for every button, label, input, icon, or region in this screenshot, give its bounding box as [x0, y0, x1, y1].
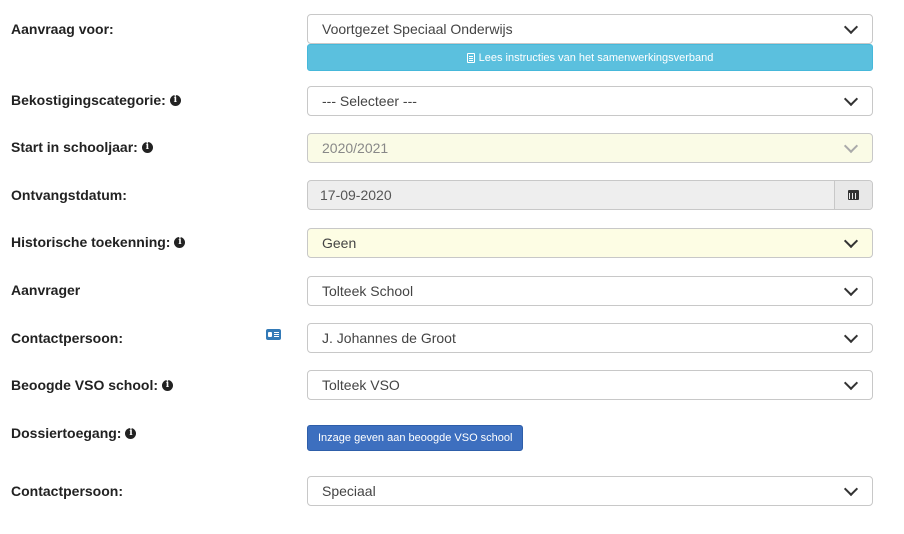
chevron-down-icon — [843, 375, 859, 390]
start-schooljaar-label: Start in schooljaar: i — [11, 139, 153, 155]
instructions-button-label: Lees instructies van het samenwerkingsve… — [478, 51, 714, 64]
beoogde-vso-school-select[interactable]: Tolteek VSO — [307, 370, 873, 400]
chevron-down-icon — [843, 19, 859, 34]
bekostigingscategorie-label: Bekostigingscategorie: i — [11, 92, 181, 108]
info-circle-icon[interactable]: i — [125, 427, 137, 439]
calendar-icon — [848, 190, 859, 200]
contactpersoon-label: Contactpersoon: — [11, 330, 123, 346]
historische-toekenning-value: Geen — [322, 235, 357, 251]
chevron-down-icon — [843, 138, 859, 153]
chevron-down-icon — [843, 281, 859, 296]
inzage-geven-button[interactable]: Inzage geven aan beoogde VSO school — [307, 425, 524, 451]
historische-toekenning-select[interactable]: Geen — [307, 228, 873, 258]
chevron-down-icon — [843, 328, 859, 343]
aanvraag-voor-value: Voortgezet Speciaal Onderwijs — [322, 21, 513, 37]
info-circle-icon[interactable]: i — [141, 141, 153, 153]
beoogde-vso-school-value: Tolteek VSO — [322, 377, 400, 393]
aanvraag-voor-label: Aanvraag voor: — [11, 21, 114, 37]
info-circle-icon[interactable]: i — [162, 379, 174, 391]
start-schooljaar-value: 2020/2021 — [322, 140, 389, 156]
ontvangstdatum-field[interactable]: 17-09-2020 — [307, 180, 873, 210]
aanvrager-select[interactable]: Tolteek School — [307, 276, 873, 306]
aanvrager-label: Aanvrager — [11, 282, 81, 298]
contactpersoon-2-label: Contactpersoon: — [11, 483, 123, 499]
ontvangstdatum-label: Ontvangstdatum: — [11, 187, 127, 203]
chevron-down-icon — [843, 233, 859, 248]
historische-toekenning-label: Historische toekenning: i — [11, 234, 186, 250]
address-card-icon[interactable] — [266, 329, 281, 340]
contactpersoon-2-select[interactable]: Speciaal — [307, 476, 873, 506]
info-circle-icon[interactable]: i — [174, 236, 186, 248]
info-circle-icon[interactable]: i — [169, 94, 181, 106]
chevron-down-icon — [843, 481, 859, 496]
contactpersoon-2-value: Speciaal — [322, 483, 376, 499]
calendar-button[interactable] — [834, 181, 872, 209]
list-alt-icon — [466, 52, 475, 63]
aanvrager-value: Tolteek School — [322, 283, 414, 299]
contactpersoon-value: J. Johannes de Groot — [322, 330, 456, 346]
start-schooljaar-select: 2020/2021 — [307, 133, 873, 163]
aanvraag-voor-select[interactable]: Voortgezet Speciaal Onderwijs — [307, 14, 873, 44]
bekostigingscategorie-value: --- Selecteer --- — [322, 93, 417, 109]
bekostigingscategorie-select[interactable]: --- Selecteer --- — [307, 86, 873, 116]
contactpersoon-select[interactable]: J. Johannes de Groot — [307, 323, 873, 353]
ontvangstdatum-value: 17-09-2020 — [320, 187, 392, 203]
chevron-down-icon — [843, 91, 859, 106]
beoogde-vso-school-label: Beoogde VSO school: i — [11, 377, 174, 393]
dossiertoegang-label: Dossiertoegang: i — [11, 425, 137, 441]
instructions-button[interactable]: Lees instructies van het samenwerkingsve… — [307, 44, 873, 71]
